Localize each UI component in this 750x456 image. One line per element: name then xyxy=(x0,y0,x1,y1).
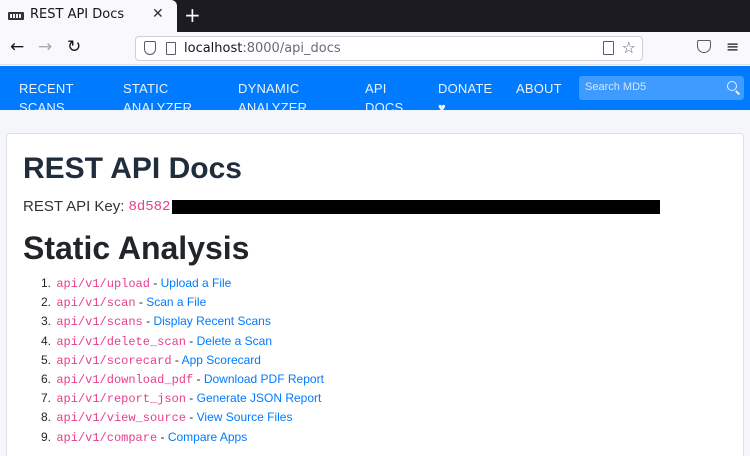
item-number: 5. xyxy=(41,352,52,367)
separator: - xyxy=(157,429,168,444)
separator: - xyxy=(149,276,161,290)
endpoint-path: api/v1/upload xyxy=(56,277,150,291)
nav-label: DONATE xyxy=(438,81,493,96)
item-number: 7. xyxy=(41,391,52,406)
nav-label: ABOUT xyxy=(516,81,562,96)
endpoint-link[interactable]: Display Recent Scans xyxy=(153,314,270,328)
api-key-value: 8d582 xyxy=(128,198,171,215)
search-md5-input[interactable]: Search MD5 xyxy=(579,76,744,100)
separator: - xyxy=(142,314,154,329)
separator: - xyxy=(185,391,197,406)
endpoint-path: api/v1/report_json xyxy=(56,392,186,407)
shield-icon[interactable] xyxy=(144,41,156,55)
list-item: 6. api/v1/download_pdf - Download PDF Re… xyxy=(41,372,324,391)
endpoint-link[interactable]: Delete a Scan xyxy=(197,334,272,348)
content-card: REST API Docs REST API Key: 8d582 Static… xyxy=(6,133,744,456)
item-number: 8. xyxy=(41,410,52,425)
redaction-bar xyxy=(172,199,661,214)
endpoint-path: api/v1/view_source xyxy=(56,411,186,426)
nav-label: ANALYZER xyxy=(123,100,193,110)
item-number: 3. xyxy=(41,314,52,329)
section-title: Static Analysis xyxy=(23,230,250,266)
endpoint-link[interactable]: Generate JSON Report xyxy=(197,391,322,405)
page-info-icon[interactable] xyxy=(166,42,176,55)
search-placeholder: Search MD5 xyxy=(585,81,647,93)
reload-icon[interactable]: ↻ xyxy=(67,37,81,57)
endpoint-link[interactable]: Upload a File xyxy=(161,276,232,290)
api-key-row: REST API Key: 8d582 xyxy=(23,198,661,215)
new-tab-icon[interactable]: + xyxy=(184,3,201,27)
list-item: 9. api/v1/compare - Compare Apps xyxy=(41,430,324,449)
endpoint-path: api/v1/scan xyxy=(56,296,136,311)
nav-static-analyzer[interactable]: STATIC ANALYZER xyxy=(123,79,192,110)
api-key-label: REST API Key: xyxy=(23,198,125,215)
bookmark-star-icon[interactable]: ☆ xyxy=(622,38,636,57)
browser-tab-bar: REST API Docs ✕ + xyxy=(0,0,750,32)
endpoint-path: api/v1/scorecard xyxy=(56,353,172,368)
nav-about[interactable]: ABOUT xyxy=(516,79,562,98)
list-item: 5. api/v1/scorecard - App Scorecard xyxy=(41,353,324,372)
separator: - xyxy=(193,371,204,386)
tab-close-icon[interactable]: ✕ xyxy=(152,6,164,22)
tab-title: REST API Docs xyxy=(30,7,125,22)
nav-label: STATIC xyxy=(123,81,169,96)
back-icon[interactable]: ← xyxy=(10,37,24,57)
nav-recent-scans[interactable]: RECENT SCANS xyxy=(19,79,74,110)
item-number: 2. xyxy=(41,295,52,310)
list-item: 2. api/v1/scan - Scan a File xyxy=(41,295,324,314)
nav-label: DOCS xyxy=(365,100,404,110)
browser-tab[interactable]: REST API Docs ✕ xyxy=(0,0,177,32)
heart-icon: ♥ xyxy=(438,100,446,110)
endpoint-path: api/v1/compare xyxy=(56,430,158,445)
item-number: 1. xyxy=(41,276,52,290)
item-number: 4. xyxy=(41,333,52,348)
nav-label: DYNAMIC xyxy=(238,81,300,96)
endpoint-path: api/v1/delete_scan xyxy=(56,334,186,349)
reader-view-icon[interactable] xyxy=(603,41,614,55)
item-number: 9. xyxy=(41,429,52,444)
endpoint-path: api/v1/download_pdf xyxy=(56,372,194,387)
menu-icon[interactable]: ≡ xyxy=(726,37,739,56)
browser-toolbar: ← → ↻ localhost:8000/api_docs ☆ xyxy=(0,32,750,65)
nav-label: RECENT xyxy=(19,81,74,96)
separator: - xyxy=(185,333,197,348)
nav-label: API xyxy=(365,81,387,96)
endpoint-link[interactable]: Compare Apps xyxy=(168,430,247,444)
forward-icon[interactable]: → xyxy=(38,37,52,57)
separator: - xyxy=(171,352,182,367)
favicon-icon xyxy=(8,12,24,20)
nav-dynamic-analyzer[interactable]: DYNAMIC ANALYZER xyxy=(238,79,307,110)
nav-label: SCANS xyxy=(19,100,65,110)
url-bar[interactable]: localhost:8000/api_docs ☆ xyxy=(135,36,643,61)
separator: - xyxy=(135,295,147,310)
page-title: REST API Docs xyxy=(23,152,242,185)
list-item: 4. api/v1/delete_scan - Delete a Scan xyxy=(41,334,324,353)
list-item: 7. api/v1/report_json - Generate JSON Re… xyxy=(41,391,324,410)
url-host: localhost xyxy=(184,41,243,56)
nav-donate[interactable]: DONATE ♥ xyxy=(438,79,492,110)
url-text[interactable]: localhost:8000/api_docs xyxy=(184,41,341,56)
nav-label: ANALYZER xyxy=(238,100,308,110)
site-navbar: RECENT SCANS STATIC ANALYZER DYNAMIC ANA… xyxy=(0,66,750,110)
list-item: 3. api/v1/scans - Display Recent Scans xyxy=(41,314,324,333)
nav-api-docs[interactable]: API DOCS xyxy=(365,79,403,110)
list-item: 1. api/v1/upload - Upload a File xyxy=(41,276,324,295)
endpoint-link[interactable]: View Source Files xyxy=(197,410,293,424)
item-number: 6. xyxy=(41,371,52,386)
endpoint-link[interactable]: Download PDF Report xyxy=(204,372,324,386)
endpoint-path: api/v1/scans xyxy=(56,315,143,330)
url-path: :8000/api_docs xyxy=(242,41,341,56)
list-item: 8. api/v1/view_source - View Source File… xyxy=(41,410,324,429)
search-icon[interactable] xyxy=(727,81,737,91)
endpoint-list: 1. api/v1/upload - Upload a File 2. api/… xyxy=(41,276,324,449)
endpoint-link[interactable]: Scan a File xyxy=(146,295,206,309)
endpoint-link[interactable]: App Scorecard xyxy=(182,353,261,367)
separator: - xyxy=(185,410,197,425)
